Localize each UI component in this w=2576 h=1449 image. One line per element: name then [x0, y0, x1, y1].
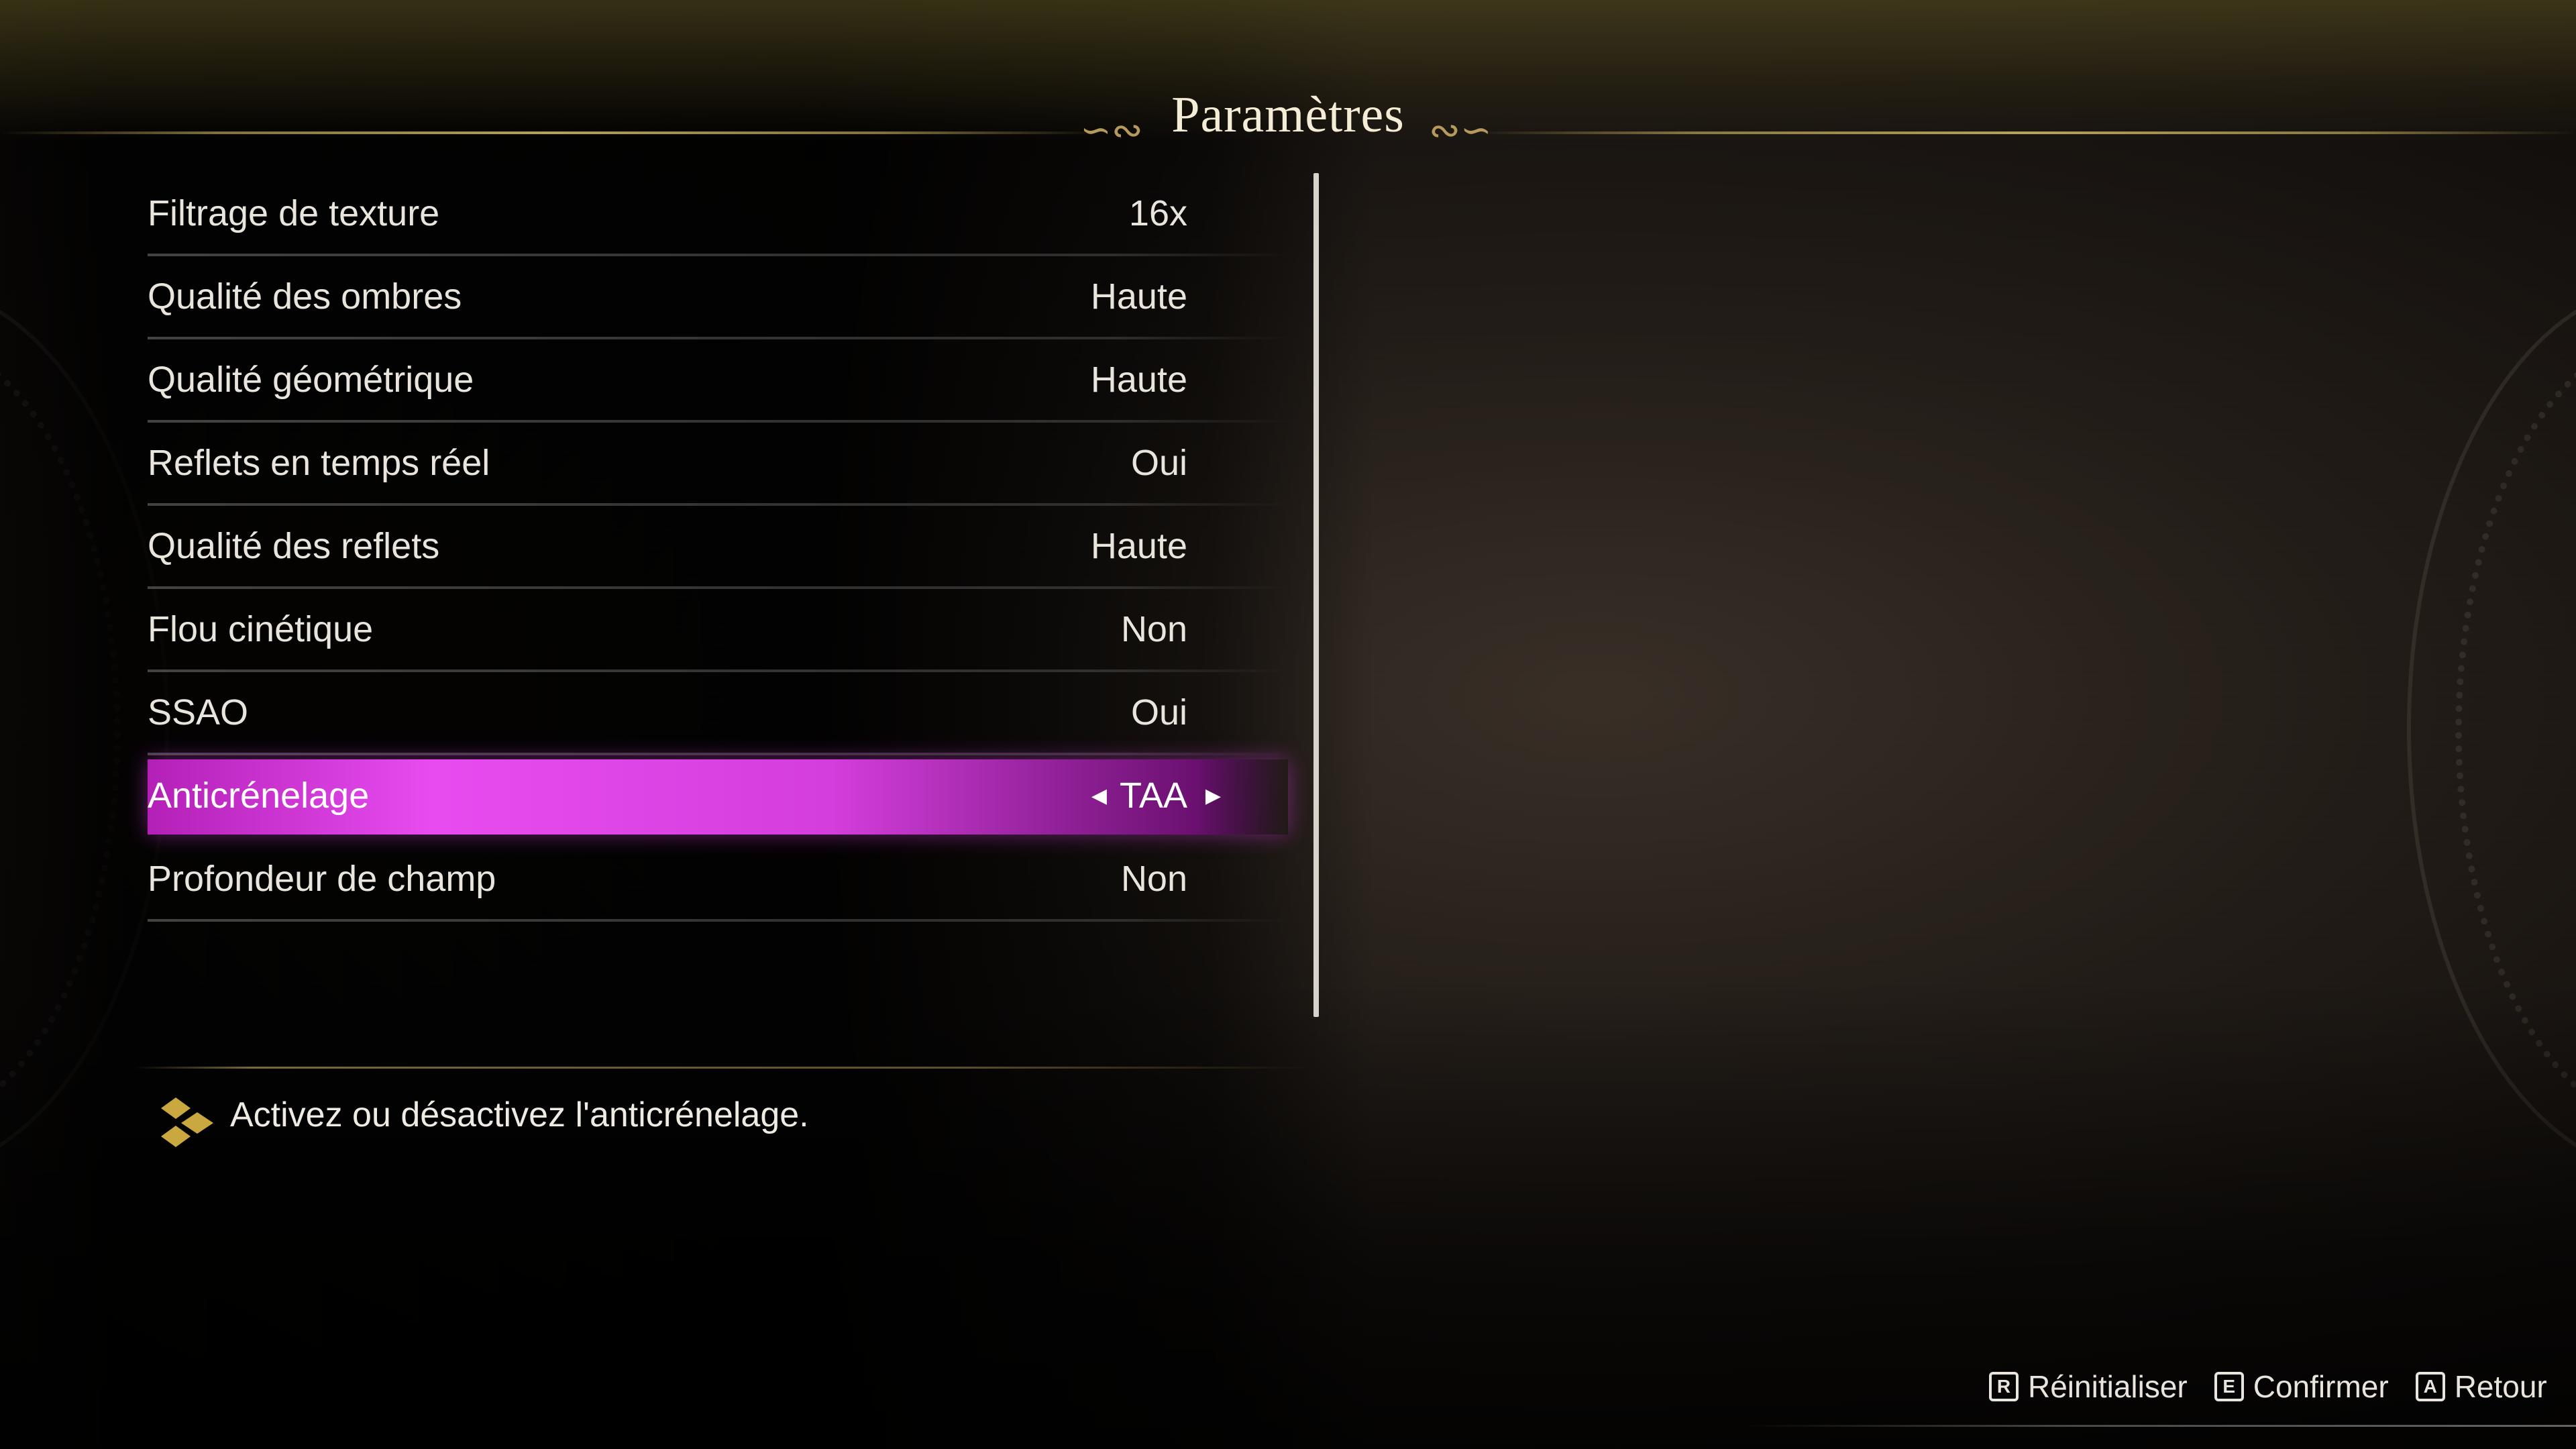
reset-button[interactable]: R Réinitialiser	[1989, 1368, 2188, 1405]
setting-row-texture-filtering[interactable]: Filtrage de texture 16x	[148, 173, 1288, 256]
key-r-icon: R	[1989, 1372, 2019, 1401]
setting-row-antialiasing[interactable]: Anticrénelage ◀ TAA ▶	[148, 759, 1288, 835]
setting-row-depth-of-field[interactable]: Profondeur de champ Non	[148, 839, 1288, 922]
setting-label: Filtrage de texture	[148, 193, 440, 233]
setting-label: SSAO	[148, 692, 249, 733]
list-scrollbar[interactable]	[1313, 173, 1319, 1017]
setting-value: Non	[1120, 859, 1187, 899]
key-a-icon: A	[2415, 1372, 2445, 1401]
back-button[interactable]: A Retour	[2415, 1368, 2547, 1405]
setting-row-shadow-quality[interactable]: Qualité des ombres Haute	[148, 256, 1288, 339]
setting-label: Flou cinétique	[148, 609, 374, 649]
footer-controls: R Réinitialiser E Confirmer A Retour	[1989, 1368, 2547, 1405]
hint-divider	[134, 1067, 1308, 1069]
setting-row-geometry-quality[interactable]: Qualité géométrique Haute	[148, 339, 1288, 423]
back-label: Retour	[2454, 1369, 2547, 1404]
setting-label: Reflets en temps réel	[148, 443, 490, 483]
reset-label: Réinitialiser	[2028, 1369, 2188, 1404]
value-increase-arrow-icon[interactable]: ▶	[1205, 784, 1221, 808]
title-divider-left	[0, 131, 1100, 134]
hint-text: Activez ou désactivez l'anticrénelage.	[230, 1095, 809, 1134]
title-flourish-right-icon: ∾∽	[1429, 109, 1492, 152]
setting-value: Haute	[1090, 526, 1187, 566]
setting-value: 16x	[1128, 193, 1187, 233]
setting-label: Profondeur de champ	[148, 859, 496, 899]
setting-value: TAA	[1119, 775, 1187, 816]
setting-row-ssao[interactable]: SSAO Oui	[148, 672, 1288, 755]
footer-divider	[1744, 1425, 2576, 1427]
key-e-icon: E	[2214, 1372, 2244, 1401]
setting-label: Anticrénelage	[148, 775, 370, 816]
setting-value: Non	[1120, 609, 1187, 649]
setting-row-motion-blur[interactable]: Flou cinétique Non	[148, 589, 1288, 672]
settings-screen: ∽∾ Paramètres ∾∽ Filtrage de texture 16x…	[0, 0, 2576, 1449]
setting-value: Oui	[1130, 443, 1187, 483]
setting-row-reflection-quality[interactable]: Qualité des reflets Haute	[148, 506, 1288, 589]
diamond-cluster-icon	[161, 1097, 213, 1147]
title-divider-right	[1476, 131, 2576, 134]
setting-value: Haute	[1090, 360, 1187, 400]
confirm-label: Confirmer	[2253, 1369, 2389, 1404]
setting-value: Haute	[1090, 276, 1187, 317]
title-flourish-left-icon: ∽∾	[1080, 109, 1143, 152]
setting-value: Oui	[1130, 692, 1187, 733]
page-title: Paramètres	[1171, 87, 1405, 143]
setting-row-realtime-reflections[interactable]: Reflets en temps réel Oui	[148, 423, 1288, 506]
confirm-button[interactable]: E Confirmer	[2214, 1368, 2389, 1405]
settings-list: Filtrage de texture 16x Qualité des ombr…	[148, 173, 1288, 922]
value-decrease-arrow-icon[interactable]: ◀	[1091, 784, 1107, 808]
